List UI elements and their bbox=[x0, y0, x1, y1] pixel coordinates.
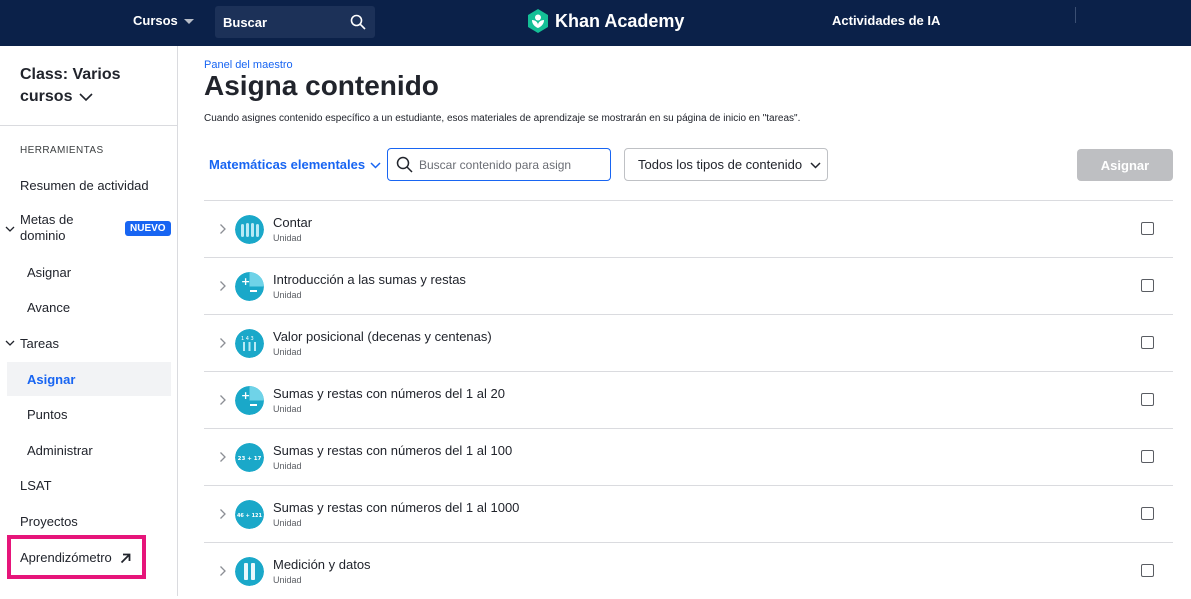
sidebar-item-manage[interactable]: Administrar bbox=[27, 443, 93, 459]
chevron-down-icon[interactable] bbox=[5, 224, 15, 234]
unit-kind: Unidad bbox=[273, 575, 302, 585]
search-icon bbox=[350, 14, 366, 30]
courses-label: Cursos bbox=[133, 13, 178, 28]
content-search-input[interactable] bbox=[419, 157, 599, 172]
logo-text: Khan Academy bbox=[555, 10, 685, 31]
assign-button[interactable]: Asignar bbox=[1077, 149, 1173, 181]
unit-list: Contar Unidad + Introducción a las sumas y … bbox=[204, 200, 1173, 599]
chevron-right-icon[interactable] bbox=[219, 337, 227, 349]
svg-text:1 4 3: 1 4 3 bbox=[241, 336, 254, 342]
counting-icon bbox=[235, 215, 264, 244]
chevron-right-icon[interactable] bbox=[219, 223, 227, 235]
unit-row[interactable]: Contar Unidad bbox=[204, 200, 1173, 257]
measurement-icon bbox=[235, 557, 264, 586]
class-title: Class: Varios cursos bbox=[20, 66, 121, 105]
sum-23-17-icon: 23 + 17 bbox=[235, 443, 264, 472]
subject-dropdown[interactable]: Matemáticas elementales bbox=[209, 157, 381, 172]
plus-minus-icon: + bbox=[235, 386, 264, 415]
unit-checkbox[interactable] bbox=[1141, 507, 1154, 520]
unit-title[interactable]: Sumas y restas con números del 1 al 20 bbox=[273, 386, 505, 401]
unit-kind: Unidad bbox=[273, 347, 302, 357]
svg-text:+: + bbox=[241, 389, 250, 402]
sidebar-item-activity-summary[interactable]: Resumen de actividad bbox=[20, 178, 149, 194]
subject-label: Matemáticas elementales bbox=[209, 157, 366, 172]
search-icon bbox=[396, 156, 413, 173]
khan-academy-logo[interactable]: Khan Academy bbox=[527, 9, 684, 33]
ai-activities-link[interactable]: Actividades de IA bbox=[832, 13, 940, 28]
unit-title[interactable]: Medición y datos bbox=[273, 557, 371, 572]
chevron-down-icon bbox=[370, 161, 381, 169]
unit-checkbox[interactable] bbox=[1141, 564, 1154, 577]
new-badge: NUEVO bbox=[125, 221, 171, 236]
unit-kind: Unidad bbox=[273, 290, 302, 300]
chevron-right-icon[interactable] bbox=[219, 451, 227, 463]
unit-checkbox[interactable] bbox=[1141, 279, 1154, 292]
content-search-field[interactable] bbox=[387, 148, 611, 181]
top-nav: Cursos Buscar Khan Academy Actividades d… bbox=[0, 0, 1191, 46]
unit-kind: Unidad bbox=[273, 233, 302, 243]
sidebar-item-scores[interactable]: Puntos bbox=[27, 407, 67, 423]
svg-text:+: + bbox=[241, 275, 250, 288]
unit-row[interactable]: 1 4 3 Valor posicional (decenas y centena… bbox=[204, 314, 1173, 371]
courses-menu-button[interactable]: Cursos bbox=[133, 13, 194, 28]
nav-search-label: Buscar bbox=[223, 14, 268, 30]
unit-checkbox[interactable] bbox=[1141, 336, 1154, 349]
unit-checkbox[interactable] bbox=[1141, 450, 1154, 463]
khan-leaf-logo-icon bbox=[528, 9, 548, 33]
sidebar-divider bbox=[0, 125, 177, 126]
chevron-right-icon[interactable] bbox=[219, 280, 227, 292]
sidebar-item-mastery-progress[interactable]: Avance bbox=[27, 300, 70, 316]
unit-row[interactable]: 46 + 121 Sumas y restas con números del 1… bbox=[204, 485, 1173, 542]
unit-checkbox[interactable] bbox=[1141, 222, 1154, 235]
page-description: Cuando asignes contenido específico a un… bbox=[204, 113, 801, 124]
sidebar-item-assignments[interactable]: Tareas bbox=[20, 336, 59, 352]
unit-kind: Unidad bbox=[273, 461, 302, 471]
chevron-down-icon[interactable] bbox=[5, 338, 15, 348]
nav-search-field[interactable]: Buscar bbox=[215, 6, 375, 38]
unit-row[interactable]: Medición y datos Unidad bbox=[204, 542, 1173, 599]
sidebar-item-assignments-assign[interactable]: Asignar bbox=[27, 372, 75, 388]
unit-row[interactable]: 23 + 17 Sumas y restas con números del 1 … bbox=[204, 428, 1173, 485]
unit-title[interactable]: Sumas y restas con números del 1 al 1000 bbox=[273, 500, 519, 515]
sidebar-section-header: HERRAMIENTAS bbox=[20, 145, 104, 156]
place-value-icon: 1 4 3 bbox=[235, 329, 264, 358]
chevron-down-icon bbox=[810, 161, 821, 169]
page-title: Asigna contenido bbox=[204, 70, 439, 101]
class-selector[interactable]: Class: Varios cursos bbox=[20, 64, 160, 108]
chevron-right-icon[interactable] bbox=[219, 508, 227, 520]
content-type-select[interactable]: Todos los tipos de contenido bbox=[624, 148, 828, 181]
chevron-right-icon[interactable] bbox=[219, 394, 227, 406]
caret-down-icon bbox=[183, 19, 194, 24]
sidebar: Class: Varios cursos HERRAMIENTAS Resume… bbox=[0, 46, 178, 596]
unit-title[interactable]: Valor posicional (decenas y centenas) bbox=[273, 329, 492, 344]
svg-text:23 + 17: 23 + 17 bbox=[238, 456, 262, 462]
svg-text:46 + 121: 46 + 121 bbox=[237, 513, 263, 519]
unit-kind: Unidad bbox=[273, 404, 302, 414]
unit-title[interactable]: Introducción a las sumas y restas bbox=[273, 272, 466, 287]
sidebar-item-mastery-assign[interactable]: Asignar bbox=[27, 265, 71, 281]
chevron-right-icon[interactable] bbox=[219, 565, 227, 577]
unit-title[interactable]: Contar bbox=[273, 215, 312, 230]
nav-divider bbox=[1075, 7, 1076, 23]
sidebar-item-mastery-goals[interactable]: Metas de dominio bbox=[20, 212, 90, 244]
content-type-label: Todos los tipos de contenido bbox=[638, 157, 803, 172]
sidebar-item-lsat[interactable]: LSAT bbox=[20, 478, 52, 494]
external-link-arrow-icon bbox=[120, 553, 131, 563]
sidebar-item-learning-meter[interactable]: Aprendizómetro bbox=[20, 550, 131, 566]
learning-meter-label: Aprendizómetro bbox=[20, 550, 112, 565]
unit-row[interactable]: + Introducción a las sumas y restas Unidad bbox=[204, 257, 1173, 314]
unit-title[interactable]: Sumas y restas con números del 1 al 100 bbox=[273, 443, 512, 458]
unit-row[interactable]: + Sumas y restas con números del 1 al 20 U… bbox=[204, 371, 1173, 428]
chevron-down-icon bbox=[79, 93, 93, 101]
unit-kind: Unidad bbox=[273, 518, 302, 528]
sidebar-item-projects[interactable]: Proyectos bbox=[20, 514, 78, 530]
sum-46-121-icon: 46 + 121 bbox=[235, 500, 264, 529]
plus-minus-icon: + bbox=[235, 272, 264, 301]
unit-checkbox[interactable] bbox=[1141, 393, 1154, 406]
